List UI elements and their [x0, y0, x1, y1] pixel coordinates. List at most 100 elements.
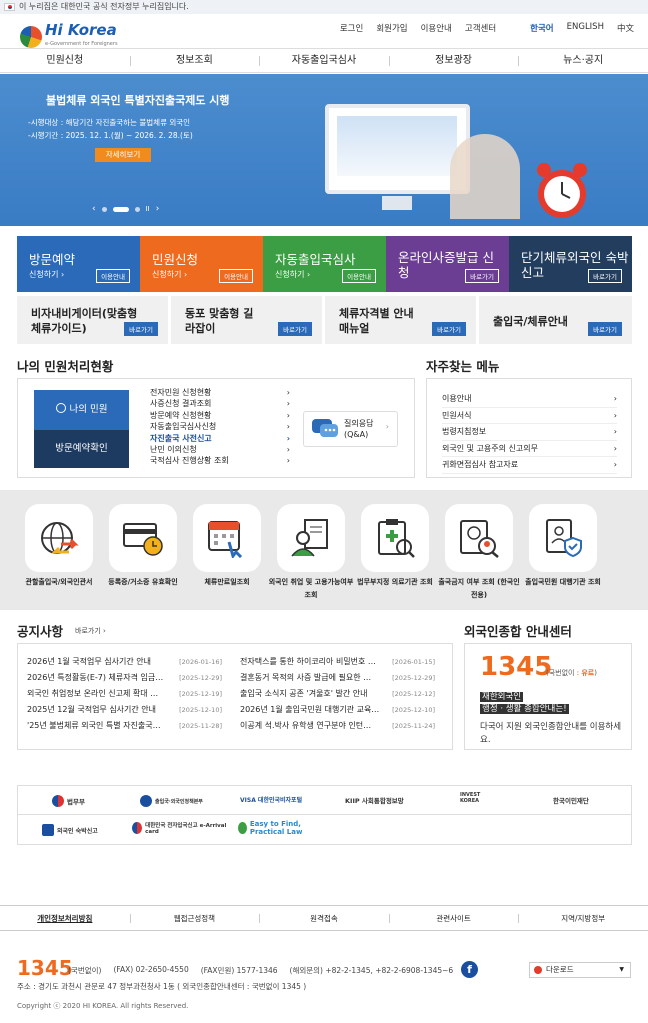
notice-item[interactable]: 2025년 12월 국적업무 심사기간 안내 [2025-12-10]: [27, 702, 222, 718]
slide-dot[interactable]: [134, 206, 140, 212]
tile-go-button[interactable]: 바로가기: [124, 322, 158, 336]
list-item[interactable]: 전자민원 신청현황 ›: [150, 387, 290, 398]
partner-easy-law[interactable]: Easy to Find, Practical Law: [238, 820, 328, 836]
tile-short-stay-lodging[interactable]: 단기체류외국인 숙박신고 바로가기: [509, 236, 632, 292]
download-select[interactable]: 다운로드 ▼: [529, 962, 631, 978]
tile-visit-reservation[interactable]: 방문예약 신청하기 › 이용안내: [17, 236, 140, 292]
gov-bar: 이 누리집은 대한민국 공식 전자정부 누리집입니다.: [0, 0, 648, 14]
notice-item[interactable]: 전자택스를 통한 하이코리아 비밀번호 … [2026-01-15]: [240, 654, 435, 670]
list-item[interactable]: 민원서식 ›: [442, 408, 617, 424]
partner-e-arrival[interactable]: 대한민국 전자입국신고 e-Arrival card: [132, 821, 227, 835]
tile-status-manual[interactable]: 체류자격별 안내매뉴얼 바로가기: [325, 296, 476, 344]
main-banner: 불법체류 외국인 특별자진출국제도 시행 -시행대상 : 해당기간 자진출국하는…: [0, 74, 648, 226]
top-nav-signup[interactable]: 회원가입: [376, 22, 407, 34]
tile-go-button[interactable]: 바로가기: [588, 269, 622, 283]
notice-item[interactable]: 2026년 1월 국적업무 심사기간 안내 [2026-01-16]: [27, 654, 222, 670]
tile-guide-button[interactable]: 이용안내: [219, 269, 253, 283]
list-item[interactable]: 자진출국 사전신고 ›: [150, 433, 290, 444]
tile-online-visa[interactable]: 온라인사증발급 신청 바로가기: [386, 236, 509, 292]
notice-item[interactable]: '25년 불법체류 외국인 특별 자진출국… [2025-11-28]: [27, 718, 222, 734]
worker-document-icon[interactable]: [277, 504, 345, 572]
top-nav-guide[interactable]: 이용안내: [421, 22, 452, 34]
list-item[interactable]: 법령지침정보 ›: [442, 424, 617, 441]
visit-check-button[interactable]: 방문예약확인: [34, 430, 129, 468]
quick-label[interactable]: 관할출입국/외국인관서: [14, 576, 104, 589]
medical-clipboard-icon[interactable]: [361, 504, 429, 572]
list-item[interactable]: 외국인 및 고용주의 신고의무 ›: [442, 441, 617, 457]
list-item[interactable]: 이용안내 ›: [442, 391, 617, 408]
footer-remote-link[interactable]: 원격접속: [259, 906, 389, 930]
list-item[interactable]: 귀화면접심사 참고자료 ›: [442, 457, 617, 474]
footer-related-sites[interactable]: 관련사이트: [388, 906, 519, 930]
banner-detail-button[interactable]: 자세히보기: [95, 148, 151, 162]
notice-item[interactable]: 출입국 소식지 공존 '겨울호' 발간 안내 [2025-12-12]: [240, 686, 435, 702]
tile-immigration-guide[interactable]: 출입국/체류안내 바로가기: [479, 296, 632, 344]
menu-auto-immigration[interactable]: 자동출입국심사: [259, 49, 389, 72]
footer-privacy-link[interactable]: 개인정보처리방침: [0, 906, 130, 930]
passport-search-icon[interactable]: [445, 504, 513, 572]
footer-accessibility-link[interactable]: 웹접근성정책: [129, 906, 260, 930]
tile-auto-immigration[interactable]: 자동출입국심사 신청하기 › 이용안내: [263, 236, 386, 292]
partner-lodging-report[interactable]: 외국인 숙박신고: [42, 824, 98, 836]
partner-visa-portal[interactable]: VISA 대한민국비자포털: [240, 795, 302, 804]
notice-item[interactable]: 외국인 취업정보 온라인 신고제 확대 … [2025-12-19]: [27, 686, 222, 702]
my-civil-button[interactable]: 나의 민원: [34, 390, 129, 430]
slide-prev-icon[interactable]: ‹: [92, 204, 96, 214]
footer-nav: 개인정보처리방침 웹접근성정책 원격접속 관련사이트 지역/지방정부: [0, 905, 648, 931]
menu-info-plaza[interactable]: 정보광장: [388, 49, 519, 72]
calendar-click-icon[interactable]: [193, 504, 261, 572]
quick-label[interactable]: 외국인 취업 및 고용가능여부 조회: [266, 576, 356, 602]
tile-go-button[interactable]: 바로가기: [588, 322, 622, 336]
list-item[interactable]: 난민 이의신청 ›: [150, 444, 290, 455]
globe-arrows-icon[interactable]: [25, 504, 93, 572]
notice-item[interactable]: 2026년 1월 출입국민원 대행기관 교육… [2025-12-10]: [240, 702, 435, 718]
partner-moj[interactable]: 법무부: [52, 795, 85, 807]
slide-dot-active[interactable]: [112, 206, 129, 212]
notice-item[interactable]: 결혼동거 목적의 사증 발급에 필요한 … [2025-12-29]: [240, 670, 435, 686]
contact-center-heading: 외국인종합 안내센터: [464, 624, 572, 639]
quick-label[interactable]: 등록증/거소증 유효확인: [98, 576, 188, 589]
notice-item[interactable]: 이공계 석.박사 유학생 연구분야 인턴… [2025-11-24]: [240, 718, 435, 734]
lang-chinese[interactable]: 中文: [617, 22, 634, 34]
quick-label[interactable]: 출국금지 여부 조회 (한국인 전용): [434, 576, 524, 602]
tile-guide-button[interactable]: 이용안내: [342, 269, 376, 283]
list-item[interactable]: 사증신청 결과조회 ›: [150, 398, 290, 409]
top-nav: 로그인 회원가입 이용안내 고객센터 한국어 ENGLISH 中文: [340, 22, 634, 34]
top-nav-support[interactable]: 고객센터: [465, 22, 496, 34]
facebook-icon[interactable]: f: [461, 961, 478, 978]
menu-civil-apply[interactable]: 민원신청: [0, 49, 130, 72]
partner-invest-korea[interactable]: INVEST KOREA: [460, 792, 500, 804]
tile-visa-navigator[interactable]: 비자내비게이터(맞춤형 체류가이드) 바로가기: [17, 296, 168, 344]
monitor-stand: [382, 196, 412, 210]
tile-civil-apply[interactable]: 민원신청 신청하기 › 이용안내: [140, 236, 263, 292]
partner-immigrant-foundation[interactable]: 한국이민재단: [553, 795, 589, 805]
notice-more-link[interactable]: 바로가기 ›: [75, 626, 106, 636]
logo[interactable]: Hi Korea e-Government for Foreigners: [20, 23, 118, 50]
slide-pause-icon[interactable]: II: [146, 205, 150, 213]
agency-shield-icon[interactable]: [529, 504, 597, 572]
slide-dot[interactable]: [101, 206, 107, 212]
top-nav-login[interactable]: 로그인: [340, 22, 363, 34]
list-item[interactable]: 자동출입국심사신청 ›: [150, 421, 290, 432]
tile-compatriot-guide[interactable]: 동포 맞춤형 길라잡이 바로가기: [171, 296, 322, 344]
menu-news-notice[interactable]: 뉴스·공지: [518, 49, 648, 72]
partner-kiip[interactable]: KIIP 사회통합정보망: [345, 795, 404, 805]
quick-label[interactable]: 체류만료일조회: [182, 576, 272, 589]
slide-next-icon[interactable]: ›: [156, 204, 160, 214]
partner-immigration-office[interactable]: 출입국·외국인정책본부: [140, 795, 203, 807]
quick-label[interactable]: 출입국민원 대행기관 조회: [520, 576, 606, 589]
list-item[interactable]: 방문예약 신청현황 ›: [150, 410, 290, 421]
tile-go-button[interactable]: 바로가기: [278, 322, 312, 336]
footer-regional-gov[interactable]: 지역/지방정부: [518, 906, 648, 930]
lang-english[interactable]: ENGLISH: [567, 22, 604, 34]
quick-label[interactable]: 법무부지정 의료기관 조회: [352, 576, 438, 589]
notice-item[interactable]: 2026년 특정활동(E-7) 체류자격 임금… [2025-12-29]: [27, 670, 222, 686]
tile-guide-button[interactable]: 이용안내: [96, 269, 130, 283]
list-item[interactable]: 국적심사 진행상황 조회 ›: [150, 455, 290, 466]
id-card-clock-icon[interactable]: [109, 504, 177, 572]
menu-info-search[interactable]: 정보조회: [129, 49, 260, 72]
tile-go-button[interactable]: 바로가기: [465, 269, 499, 283]
lang-korean[interactable]: 한국어: [530, 22, 553, 34]
tile-go-button[interactable]: 바로가기: [432, 322, 466, 336]
qna-button[interactable]: 질의응답 (Q&A) ›: [303, 411, 398, 447]
